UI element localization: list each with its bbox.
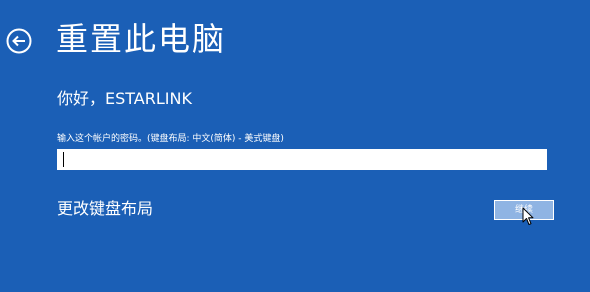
change-keyboard-layout-link[interactable]: 更改键盘布局 [57,198,153,220]
mouse-pointer-icon [522,207,534,227]
greeting-text: 你好，ESTARLINK [57,89,192,108]
password-prompt-label: 输入这个帐户的密码。(键盘布局: 中文(简体) - 美式键盘) [57,134,284,144]
back-button[interactable] [6,28,32,54]
text-caret [63,152,64,167]
password-field[interactable] [57,149,547,170]
back-arrow-icon [6,28,32,54]
page-title: 重置此电脑 [56,20,227,58]
